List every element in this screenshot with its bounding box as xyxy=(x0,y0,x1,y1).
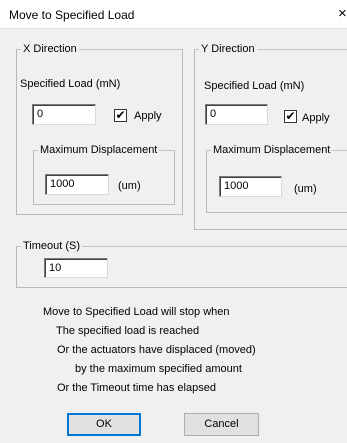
info-line-5: Or the Timeout time has elapsed xyxy=(57,382,216,394)
timeout-input[interactable]: 10 xyxy=(44,258,108,278)
close-icon[interactable]: × xyxy=(338,5,347,22)
window-title: Move to Specified Load xyxy=(9,8,135,22)
y-load-label: Specified Load (mN) xyxy=(204,80,305,92)
info-line-1: Move to Specified Load will stop when xyxy=(43,306,230,318)
x-apply-label[interactable]: Apply xyxy=(134,110,162,122)
y-max-displacement-legend: Maximum Displacement xyxy=(213,144,331,156)
y-max-displacement-input[interactable]: 1000 xyxy=(219,176,282,197)
title-bar: Move to Specified Load × xyxy=(0,0,347,29)
check-icon: ✔ xyxy=(115,108,126,122)
x-load-label: Specified Load (mN) xyxy=(20,78,121,90)
y-direction-legend: Y Direction xyxy=(201,43,255,55)
info-line-2: The specified load is reached xyxy=(56,325,200,337)
info-line-4: by the maximum specified amount xyxy=(75,363,242,375)
x-load-input[interactable]: 0 xyxy=(32,104,96,125)
info-line-3: Or the actuators have displaced (moved) xyxy=(57,344,256,356)
y-apply-checkbox[interactable]: ✔ xyxy=(284,110,297,123)
cancel-button[interactable]: Cancel xyxy=(184,413,259,436)
timeout-legend: Timeout (S) xyxy=(23,240,81,252)
x-unit-label: (um) xyxy=(118,180,141,192)
check-icon: ✔ xyxy=(285,109,296,123)
y-load-input[interactable]: 0 xyxy=(205,104,268,125)
x-direction-legend: X Direction xyxy=(23,43,77,55)
x-max-displacement-legend: Maximum Displacement xyxy=(40,144,158,156)
y-apply-label[interactable]: Apply xyxy=(302,112,330,124)
y-unit-label: (um) xyxy=(294,183,317,195)
ok-button[interactable]: OK xyxy=(67,413,141,436)
x-max-displacement-input[interactable]: 1000 xyxy=(45,174,109,195)
x-apply-checkbox[interactable]: ✔ xyxy=(114,109,127,122)
